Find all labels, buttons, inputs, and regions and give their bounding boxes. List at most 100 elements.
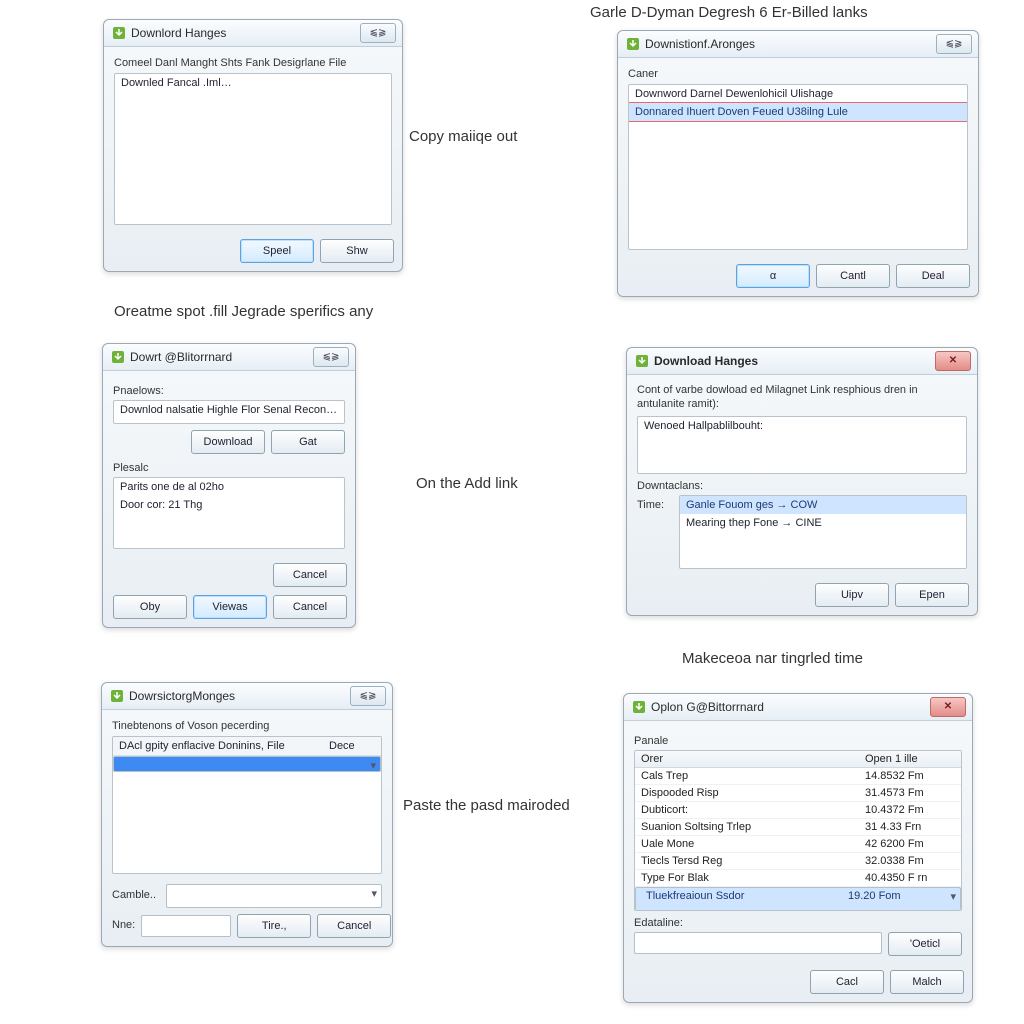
app-icon	[635, 354, 649, 368]
title-text: DowrsictorgMonges	[129, 683, 235, 709]
cell-value: 10.4372 Fm	[859, 802, 961, 818]
list-plesalc: Parits one de al 02ho Door cor: 21 Thg	[113, 477, 345, 549]
app-icon	[112, 26, 126, 40]
col-dece: Dece	[329, 740, 375, 752]
caption-copy: Copy maiiqe out	[409, 128, 517, 145]
dialog-download-hanges-1: Downlord Hanges ⫹⫺ Comeel Danl Manght Sh…	[103, 19, 403, 272]
camble-select[interactable]	[166, 884, 382, 908]
cell-value: 42 6200 Fm	[859, 836, 961, 852]
cell-name: Suanion Soltsing Trlep	[635, 819, 859, 835]
list-items[interactable]: Downword Darnel Dewenlohicil Ulishage Do…	[628, 84, 968, 250]
gat-button[interactable]: Gat	[271, 430, 345, 454]
close-button[interactable]: ✕	[935, 351, 971, 371]
cacl-button[interactable]: Cacl	[810, 970, 884, 994]
alpha-button[interactable]: α	[736, 264, 810, 288]
title-text: Download Hanges	[654, 348, 758, 374]
table-header: Orer Open 1 ille	[635, 751, 961, 768]
cell-name: Tiecls Tersd Reg	[635, 853, 859, 869]
textarea-magnet[interactable]: Wenoed Hallpablilbouht:	[637, 416, 967, 474]
app-icon	[110, 689, 124, 703]
list-files[interactable]: DAcl gpity enflacive Doninins, File Dece	[112, 736, 382, 874]
label-cont: Cont of varbe dowload ed Milagnet Link r…	[637, 383, 967, 412]
section-pnaelows: Pnaelows:	[113, 385, 345, 397]
oeticl-button[interactable]: 'Oeticl	[888, 932, 962, 956]
section-downtaclans: Downtaclans:	[637, 480, 967, 492]
caption-paste: Paste the pasd mairoded	[403, 797, 570, 814]
titlebar: Dowrt @Blitorrnard ⫹⫺	[103, 344, 355, 371]
cell-value: 40.4350 F rn	[859, 870, 961, 886]
column-headers: DAcl gpity enflacive Doninins, File Dece	[113, 737, 381, 756]
label-caner: Caner	[628, 68, 968, 80]
caption-top-right: Garle D-Dyman Degresh 6 Er-Billed lanks	[590, 4, 868, 21]
nne-input[interactable]	[141, 915, 231, 937]
dialog-download-hanges-2: Download Hanges ✕ Cont of varbe dowload …	[626, 347, 978, 616]
viewas-button[interactable]: Viewas	[193, 595, 267, 619]
table-row[interactable]: Type For Blak40.4350 F rn	[635, 870, 961, 887]
app-icon	[111, 350, 125, 364]
cancel-button[interactable]: Cancel	[317, 914, 391, 938]
titlebar: Downistionf.Aronges ⫹⫺	[618, 31, 978, 58]
app-icon	[626, 37, 640, 51]
table-row[interactable]: Dubticort:10.4372 Fm	[635, 802, 961, 819]
uipv-button[interactable]: Uipv	[815, 583, 889, 607]
text-line: Door cor: 21 Thg	[114, 496, 344, 514]
close-button[interactable]: ⫹⫺	[936, 34, 972, 54]
label-edataline: Edataline:	[634, 917, 962, 929]
close-button[interactable]: ⫹⫺	[313, 347, 349, 367]
cell-value: 32.0338 Fm	[859, 853, 961, 869]
col-orer: Orer	[635, 751, 859, 767]
cantl-button[interactable]: Cantl	[816, 264, 890, 288]
oby-button[interactable]: Oby	[113, 595, 187, 619]
list-item[interactable]: Mearing thep Fone → CINE	[680, 514, 966, 532]
table-row[interactable]: Tluekfreaioun Ssdor19.20 Fom	[635, 887, 961, 910]
close-button[interactable]: ⫹⫺	[350, 686, 386, 706]
caption-make: Makeceoa nar tingrled time	[682, 650, 863, 667]
list-item-selected[interactable]: Ganle Fouom ges → COW	[680, 496, 966, 514]
epen-button[interactable]: Epen	[895, 583, 969, 607]
list-item[interactable]: Downled Fancal .Iml…	[115, 74, 391, 92]
edataline-input[interactable]	[634, 932, 882, 954]
deal-button[interactable]: Deal	[896, 264, 970, 288]
file-table[interactable]: Orer Open 1 ille Cals Trep14.8532 FmDisp…	[634, 750, 962, 911]
titlebar: Downlord Hanges ⫹⫺	[104, 20, 402, 47]
table-row[interactable]: Dispooded Risp31.4573 Fm	[635, 785, 961, 802]
list-item-selected[interactable]	[113, 756, 381, 772]
cell-value: 31 4.33 Frn	[859, 819, 961, 835]
text-line: Wenoed Hallpablilbouht:	[638, 417, 966, 435]
download-button[interactable]: Download	[191, 430, 265, 454]
list-time[interactable]: Ganle Fouom ges → COW Mearing thep Fone …	[679, 495, 967, 569]
list-pnaelows[interactable]: Downlod nalsatie Highle Flor Senal Recon…	[113, 400, 345, 424]
caption-add-link: On the Add link	[416, 475, 518, 492]
dialog-dowrsictorg: DowrsictorgMonges ⫹⫺ Tinebtenons of Voso…	[101, 682, 393, 947]
label-nne: Nne:	[112, 919, 135, 931]
col-file: DAcl gpity enflacive Doninins, File	[119, 740, 329, 752]
cell-name: Dubticort:	[635, 802, 859, 818]
malch-button[interactable]: Malch	[890, 970, 964, 994]
table-row[interactable]: Suanion Soltsing Trlep31 4.33 Frn	[635, 819, 961, 836]
cancel-button-2[interactable]: Cancel	[273, 595, 347, 619]
close-button[interactable]: ⫹⫺	[360, 23, 396, 43]
section-panale: Panale	[634, 735, 962, 747]
text-line: Parits one de al 02ho	[114, 478, 344, 496]
table-row[interactable]: Tiecls Tersd Reg32.0338 Fm	[635, 853, 961, 870]
cell-name: Uale Mone	[635, 836, 859, 852]
title-text: Dowrt @Blitorrnard	[130, 344, 232, 370]
col-open: Open 1 ille	[859, 751, 961, 767]
title-text: Downlord Hanges	[131, 20, 226, 46]
list-item[interactable]: Downword Darnel Dewenlohicil Ulishage	[629, 85, 967, 103]
list-item-selected[interactable]: Donnared Ihuert Doven Feued U38ilng Lule	[628, 102, 968, 122]
section-plesalc: Plesalc	[113, 462, 345, 474]
cell-value: 31.4573 Fm	[859, 785, 961, 801]
table-row[interactable]: Cals Trep14.8532 Fm	[635, 768, 961, 785]
titlebar: DowrsictorgMonges ⫹⫺	[102, 683, 392, 710]
tire-button[interactable]: Tire.,	[237, 914, 311, 938]
list-item[interactable]: Downlod nalsatie Highle Flor Senal Recon…	[114, 401, 344, 419]
close-button[interactable]: ✕	[930, 697, 966, 717]
label-time: Time:	[637, 499, 673, 511]
cancel-button[interactable]: Cancel	[273, 563, 347, 587]
label-camble: Camble..	[112, 889, 160, 901]
table-row[interactable]: Uale Mone42 6200 Fm	[635, 836, 961, 853]
list-files[interactable]: Downled Fancal .Iml…	[114, 73, 392, 225]
speel-button[interactable]: Speel	[240, 239, 314, 263]
shw-button[interactable]: Shw	[320, 239, 394, 263]
